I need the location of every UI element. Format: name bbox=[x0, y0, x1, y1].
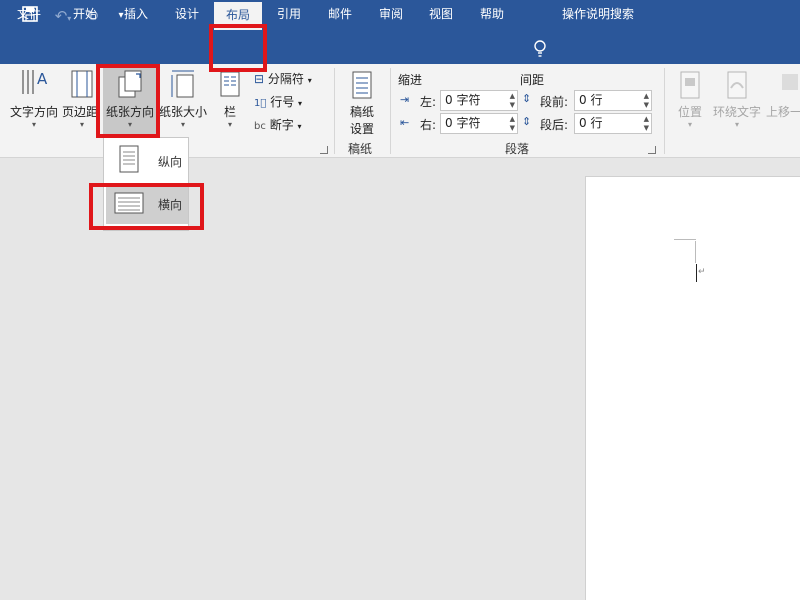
indent-right-input[interactable]: 0 字符 ▲ ▼ bbox=[440, 113, 518, 134]
group-separator bbox=[390, 68, 391, 154]
paragraph-dialog-launcher[interactable] bbox=[648, 146, 656, 154]
spinner-arrows-icon[interactable]: ▲ ▼ bbox=[510, 115, 515, 133]
space-after-icon: ⇕ bbox=[522, 115, 532, 128]
line-numbers-button[interactable]: 1⃣ 行号 ▾ bbox=[254, 93, 302, 110]
spinner-arrows-icon[interactable]: ▲ ▼ bbox=[644, 92, 649, 110]
chevron-down-icon: ▾ bbox=[297, 122, 302, 131]
margin-corner-mark bbox=[695, 241, 696, 263]
margins-icon bbox=[71, 70, 93, 98]
position-icon bbox=[680, 71, 700, 99]
hyphenation-label: 断字 bbox=[269, 118, 294, 132]
breaks-icon: ⊟ bbox=[254, 72, 265, 86]
orientation-portrait-item[interactable]: 纵向 bbox=[106, 141, 188, 181]
group-separator bbox=[664, 68, 665, 154]
text-cursor bbox=[696, 264, 697, 282]
line-numbers-icon: 1⃣ bbox=[254, 98, 267, 109]
manuscript-label-line2: 设置 bbox=[349, 122, 374, 136]
space-before-label: 段前: bbox=[540, 95, 569, 109]
space-after-input[interactable]: 0 行 ▲ ▼ bbox=[574, 113, 652, 134]
highlight-box-layout-tab bbox=[209, 24, 267, 72]
paragraph-mark: ↵ bbox=[698, 267, 706, 277]
spinner-arrows-icon[interactable]: ▲ ▼ bbox=[644, 115, 649, 133]
space-after-value: 0 行 bbox=[579, 116, 603, 130]
paper-size-icon bbox=[171, 70, 194, 98]
indent-left-input[interactable]: 0 字符 ▲ ▼ bbox=[440, 90, 518, 111]
bring-forward-label: 上移一 bbox=[766, 105, 800, 119]
chevron-down-icon: ▾ bbox=[31, 120, 36, 129]
columns-button[interactable]: 栏 ▾ bbox=[212, 68, 248, 136]
tab-design[interactable]: 设计 bbox=[164, 0, 210, 30]
tab-insert[interactable]: 插入 bbox=[113, 0, 159, 30]
chevron-down-icon: ▾ bbox=[227, 120, 232, 129]
columns-icon bbox=[220, 71, 240, 97]
text-direction-button[interactable]: A 文字方向 ▾ bbox=[6, 68, 62, 136]
bring-forward-button[interactable]: 上移一 bbox=[766, 70, 800, 134]
orientation-portrait-label: 纵向 bbox=[158, 155, 183, 169]
tab-references[interactable]: 引用 bbox=[266, 0, 312, 30]
indent-right-icon: ⇤ bbox=[400, 116, 410, 129]
wrap-text-icon bbox=[727, 71, 747, 99]
size-label: 纸张大小 bbox=[158, 105, 207, 119]
indent-left-label: 左: bbox=[420, 95, 437, 109]
lightbulb-icon[interactable] bbox=[533, 40, 547, 58]
space-after-label: 段后: bbox=[540, 118, 569, 132]
text-direction-icon: A bbox=[22, 70, 48, 94]
indent-right-label: 右: bbox=[420, 118, 437, 132]
tell-me-search[interactable]: 操作说明搜索 bbox=[556, 0, 640, 30]
chevron-down-icon: ▾ bbox=[734, 120, 739, 129]
columns-label: 栏 bbox=[223, 105, 236, 119]
portrait-page-icon bbox=[119, 145, 139, 173]
spinner-arrows-icon[interactable]: ▲ ▼ bbox=[510, 92, 515, 110]
position-label: 位置 bbox=[677, 105, 702, 119]
page-setup-dialog-launcher[interactable] bbox=[320, 146, 328, 154]
indent-header: 缩进 bbox=[398, 73, 423, 87]
indent-right-value: 0 字符 bbox=[445, 116, 481, 130]
breaks-button[interactable]: ⊟ 分隔符 ▾ bbox=[254, 70, 312, 87]
manuscript-settings-button[interactable]: 稿纸 设置 bbox=[340, 70, 384, 136]
tab-home[interactable]: 开始 bbox=[62, 0, 108, 30]
indent-left-value: 0 字符 bbox=[445, 93, 481, 107]
paragraph-group-label: 段落 bbox=[505, 142, 530, 156]
margin-corner-mark bbox=[674, 239, 696, 240]
indent-left-icon: ⇥ bbox=[400, 93, 410, 106]
tab-view[interactable]: 视图 bbox=[418, 0, 464, 30]
document-page[interactable]: ↵ bbox=[585, 176, 800, 600]
tab-mailings[interactable]: 邮件 bbox=[317, 0, 363, 30]
size-button[interactable]: 纸张大小 ▾ bbox=[158, 68, 208, 136]
position-button[interactable]: 位置 ▾ bbox=[672, 70, 708, 134]
chevron-down-icon: ▾ bbox=[687, 120, 692, 129]
highlight-box-landscape bbox=[89, 183, 204, 230]
group-separator bbox=[334, 68, 335, 154]
tab-help[interactable]: 帮助 bbox=[469, 0, 515, 30]
ribbon-tab-bar bbox=[0, 34, 800, 64]
manuscript-label: 稿纸 bbox=[349, 105, 374, 119]
tab-review[interactable]: 审阅 bbox=[368, 0, 414, 30]
chevron-down-icon: ▾ bbox=[298, 99, 303, 108]
space-before-input[interactable]: 0 行 ▲ ▼ bbox=[574, 90, 652, 111]
space-before-icon: ⇕ bbox=[522, 92, 532, 105]
tab-file[interactable]: 文件 bbox=[8, 0, 50, 30]
wrap-text-label: 环绕文字 bbox=[712, 105, 761, 119]
space-before-value: 0 行 bbox=[579, 93, 603, 107]
hyphenation-button[interactable]: bc 断字 ▾ bbox=[254, 116, 302, 133]
svg-text:A: A bbox=[37, 70, 48, 88]
hyphenation-icon: bc bbox=[254, 121, 266, 132]
text-direction-label: 文字方向 bbox=[9, 105, 58, 119]
manuscript-icon bbox=[352, 71, 372, 99]
chevron-down-icon: ▾ bbox=[307, 76, 312, 85]
breaks-label: 分隔符 bbox=[267, 72, 304, 86]
bring-forward-icon bbox=[782, 74, 798, 90]
spacing-header: 间距 bbox=[520, 73, 545, 87]
chevron-down-icon: ▾ bbox=[180, 120, 185, 129]
highlight-box-orientation bbox=[96, 64, 160, 138]
margins-label: 页边距 bbox=[62, 105, 98, 119]
line-numbers-label: 行号 bbox=[270, 95, 295, 109]
manuscript-group-label: 稿纸 bbox=[348, 142, 373, 156]
wrap-text-button[interactable]: 环绕文字 ▾ bbox=[710, 70, 764, 134]
